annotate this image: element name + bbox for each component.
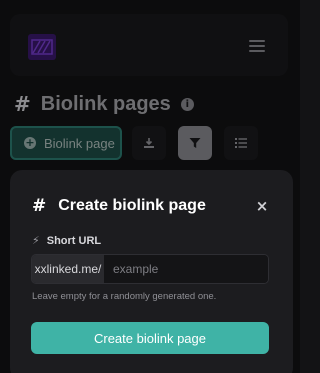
top-navbar (10, 14, 288, 76)
hash-icon: # (14, 92, 31, 116)
modal-title-text: Create biolink page (58, 197, 206, 214)
create-biolink-label: Biolink page (44, 135, 115, 151)
page-title-text: Biolink pages (40, 92, 171, 115)
url-prefix: xxlinked.me/ (32, 255, 104, 283)
modal-title: # Create biolink page (32, 196, 206, 216)
short-url-input-group: xxlinked.me/ (31, 254, 269, 284)
info-icon[interactable]: i (180, 97, 194, 111)
hash-icon: # (32, 196, 47, 216)
filter-icon (189, 138, 201, 148)
bolt-icon: ⚡ (32, 234, 40, 247)
list-icon (235, 138, 247, 148)
list-view-button[interactable] (224, 126, 258, 160)
create-biolink-button[interactable]: + Biolink page (10, 126, 122, 160)
download-icon (144, 138, 154, 148)
download-button[interactable] (132, 126, 166, 160)
short-url-label-text: Short URL (46, 234, 102, 247)
create-biolink-modal: # Create biolink page × ⚡ Short URL xxli… (10, 170, 293, 373)
short-url-input[interactable] (104, 255, 268, 283)
short-url-label: ⚡ Short URL (32, 234, 101, 247)
plus-circle-icon: + (24, 136, 36, 149)
close-icon[interactable]: × (254, 198, 270, 214)
filter-button[interactable] (178, 126, 212, 160)
short-url-help-text: Leave empty for a randomly generated one… (32, 291, 217, 302)
page-title: # Biolink pages i (14, 92, 194, 116)
create-biolink-submit-button[interactable]: Create biolink page (31, 322, 269, 354)
logo-icon[interactable] (28, 34, 56, 60)
hamburger-menu-icon[interactable] (247, 37, 267, 55)
